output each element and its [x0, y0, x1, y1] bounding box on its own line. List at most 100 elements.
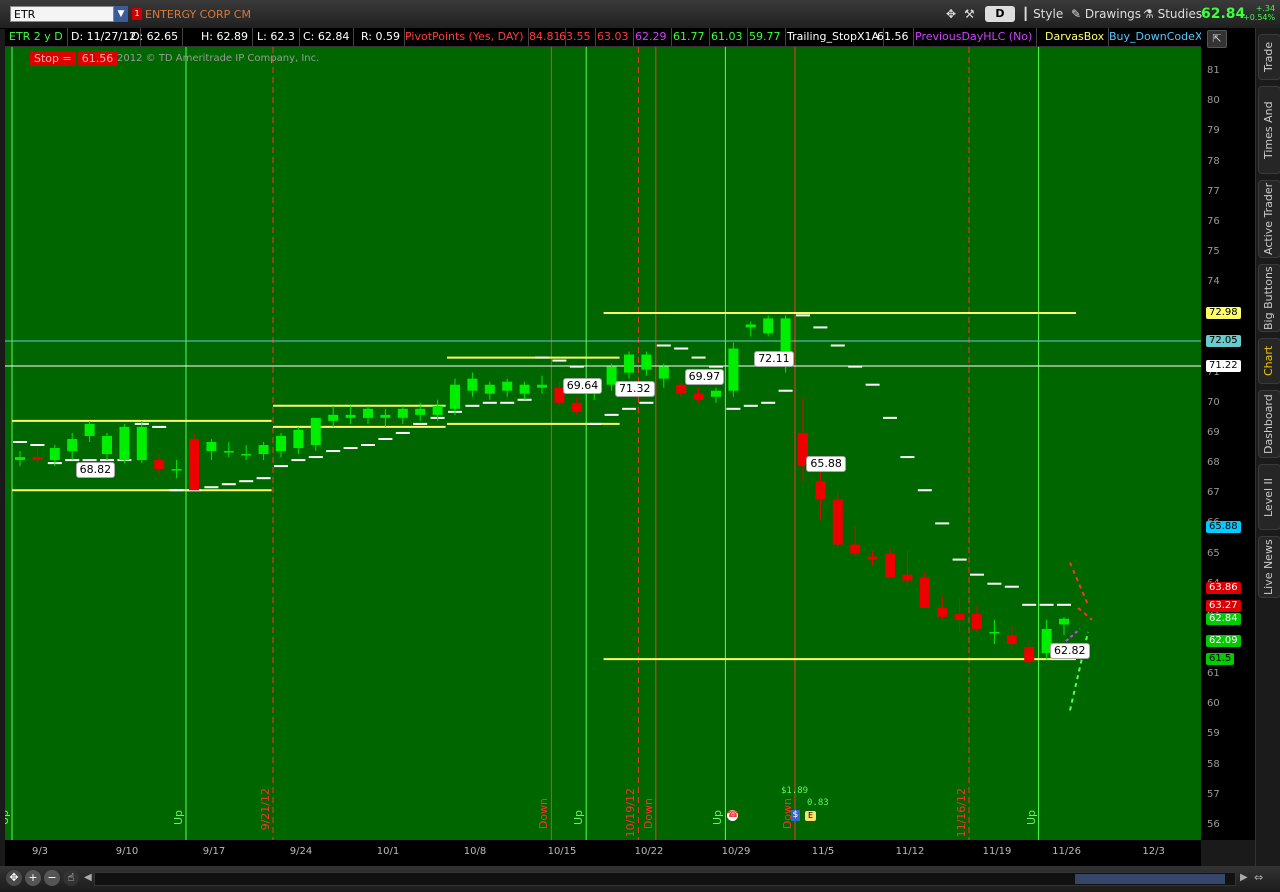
price-tick: 76 — [1207, 215, 1220, 227]
date-tick: 12/3 — [1142, 846, 1165, 857]
symbol-input[interactable]: ETR — [10, 6, 114, 22]
price-chart[interactable]: Stop = 61.56 2012 © TD Ameritrade IP Comp… — [5, 47, 1201, 840]
right-tab-live-news[interactable]: Live News — [1258, 536, 1280, 598]
date-marker-label: 10/19/12 — [624, 788, 638, 838]
scrollbar-thumb[interactable] — [1075, 874, 1225, 884]
right-tab-active-trader[interactable]: Active Trader — [1258, 180, 1280, 258]
candle-body — [693, 393, 704, 400]
right-tab-trade[interactable]: Trade — [1258, 34, 1280, 80]
company-name: ENTERGY CORP CM — [145, 8, 251, 21]
dividend-icon[interactable]: $ — [791, 810, 800, 821]
right-tab-big-buttons[interactable]: Big Buttons — [1258, 264, 1280, 332]
price-callout[interactable]: 69.97 — [684, 368, 725, 385]
info-item[interactable]: Trailing_StopX1A — [783, 28, 885, 46]
price-callout[interactable]: 68.82 — [75, 462, 116, 479]
up-marker-label: Up — [172, 810, 185, 826]
info-item[interactable]: 62.29 — [631, 28, 672, 46]
stop-value: 61.56 — [77, 51, 118, 66]
info-item[interactable]: 61.56 — [873, 28, 914, 46]
price-tick: 68 — [1207, 457, 1220, 469]
zoom-in-icon[interactable]: + — [25, 870, 41, 886]
date-tick: 9/10 — [115, 846, 139, 857]
candle-body — [972, 613, 982, 629]
info-item[interactable]: 59.77 — [745, 28, 786, 46]
price-callout[interactable]: 72.11 — [754, 350, 794, 367]
right-tab-times-and-sales[interactable]: Times And Sales — [1258, 86, 1280, 174]
price-axis[interactable]: ⇱ 56575859606162636465666768697071727374… — [1201, 28, 1255, 840]
date-axis[interactable]: 9/3 9/10 9/17 9/24 10/1 10/8 10/15 10/22 10/29 11… — [5, 840, 1201, 866]
bottom-toolbar: ✥ + − ☝ ◀ ▶ ⇔ — [0, 866, 1280, 892]
candle-body — [154, 460, 165, 470]
expand-icon[interactable]: ⇱ — [1207, 30, 1227, 48]
candle-body — [450, 384, 460, 409]
info-item: H: 62.89 — [197, 28, 253, 46]
candle-body — [32, 457, 43, 461]
cursor-icon[interactable]: ☝ — [63, 870, 79, 886]
candle-icon: ┃ — [1022, 7, 1030, 21]
up-marker-label: Up — [1024, 810, 1038, 826]
candle-body — [954, 613, 965, 620]
wrench-icon[interactable]: ⚒ — [964, 6, 975, 23]
candle-body — [171, 469, 182, 471]
info-item[interactable]: 61.77 — [669, 28, 710, 46]
right-tab-chart[interactable]: Chart — [1258, 338, 1280, 384]
candle-body — [728, 348, 739, 391]
style-button[interactable]: ┃ Style — [1022, 6, 1063, 23]
date-tick: 10/22 — [634, 846, 664, 857]
price-tick: 67 — [1207, 487, 1220, 499]
candle-body — [432, 405, 443, 415]
date-tick: 10/29 — [721, 846, 751, 857]
price-axis-label: 63.86 — [1206, 581, 1241, 594]
candle-body — [832, 499, 843, 545]
price-tick: 78 — [1207, 155, 1220, 167]
candle-body — [136, 426, 147, 461]
info-item: C: 62.84 — [299, 28, 355, 46]
candle-body — [902, 574, 913, 581]
earnings-label: 0.83 — [807, 798, 829, 808]
right-tab-dashboard[interactable]: Dashboard — [1258, 390, 1280, 458]
candle-body — [1006, 634, 1017, 645]
candle-body — [241, 454, 252, 456]
info-item: R: 0.59 — [357, 28, 405, 46]
info-item[interactable]: 63.03 — [593, 28, 634, 46]
info-item[interactable]: 61.03 — [707, 28, 748, 46]
scroll-left-icon[interactable]: ◀ — [84, 872, 92, 883]
studies-button[interactable]: ⚗ Studies — [1143, 6, 1202, 23]
scroll-right-icon[interactable]: ▶ — [1240, 872, 1248, 883]
zoom-out-icon[interactable]: − — [44, 870, 60, 886]
date-marker-label: 9/21/12 — [259, 788, 272, 831]
info-item[interactable]: PivotPoints (Yes, DAY) — [401, 28, 529, 46]
price-callout[interactable]: 71.32 — [615, 380, 655, 397]
drawings-button[interactable]: ✎ Drawings — [1071, 6, 1141, 23]
symbol-dropdown-icon[interactable]: ▼ — [114, 6, 128, 22]
pan-icon[interactable]: ✥ — [6, 870, 22, 886]
earnings-icon[interactable]: E — [805, 811, 816, 821]
conference-call-icon[interactable]: ☎ — [727, 810, 739, 821]
info-item[interactable]: PreviousDayHLC (No) — [911, 28, 1038, 46]
info-item[interactable]: 63.55 — [555, 28, 596, 46]
right-tab-level-ii[interactable]: Level II — [1258, 464, 1280, 530]
candle-body — [328, 414, 339, 421]
timeframe-button[interactable]: D — [985, 6, 1015, 22]
drawings-label: Drawings — [1084, 7, 1142, 21]
chart-canvas[interactable] — [5, 47, 1201, 840]
price-tick: 80 — [1207, 95, 1220, 107]
time-scrollbar[interactable] — [94, 872, 1236, 886]
date-tick: 10/1 — [376, 846, 400, 857]
link-group-badge[interactable]: 1 — [132, 8, 142, 20]
crosshair-tool-icon[interactable]: ✥ — [946, 6, 956, 23]
info-item: L: 62.3 — [253, 28, 300, 46]
price-tick: 81 — [1207, 65, 1220, 77]
expand-time-icon[interactable]: ⇔ — [1254, 871, 1263, 884]
price-callout[interactable]: 62.82 — [1050, 643, 1090, 660]
price-tick: 79 — [1207, 125, 1220, 137]
candle-body — [937, 607, 948, 617]
price-callout[interactable]: 65.88 — [806, 456, 846, 473]
candle-body — [658, 366, 669, 379]
candle-body — [15, 457, 25, 461]
price-tick: 57 — [1207, 788, 1220, 800]
price-callout[interactable]: 69.64 — [562, 377, 603, 394]
info-item[interactable]: DarvasBox — [1041, 28, 1110, 46]
candle-body — [989, 631, 1000, 634]
projection-line — [1069, 562, 1089, 606]
